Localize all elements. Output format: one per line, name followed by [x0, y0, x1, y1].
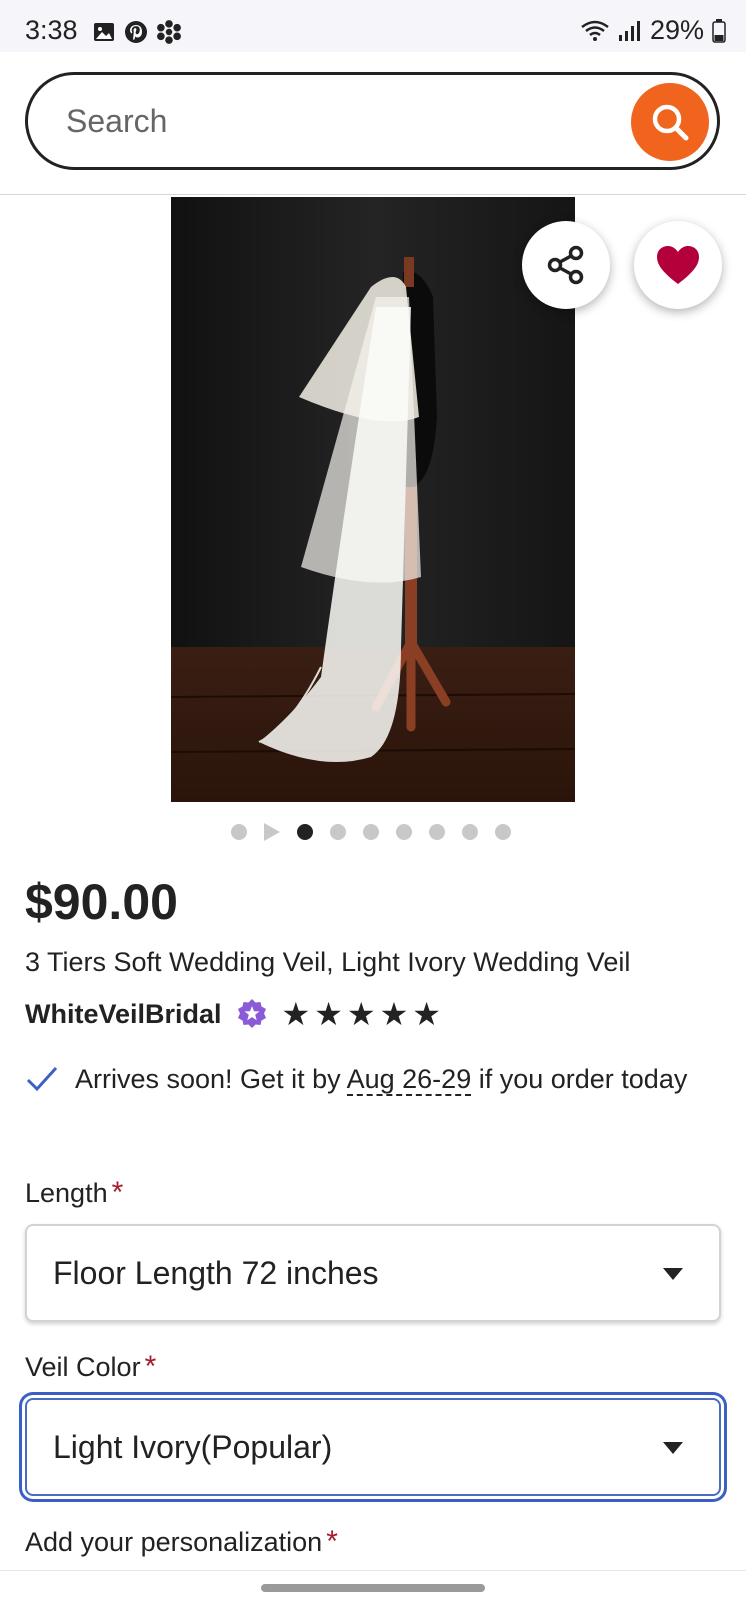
search-icon	[652, 104, 689, 141]
star-icon: ★	[379, 996, 409, 1032]
search-button[interactable]	[631, 83, 709, 161]
length-select[interactable]: Floor Length 72 inches	[25, 1224, 721, 1322]
home-gesture-handle[interactable]	[261, 1584, 485, 1592]
carousel-dot[interactable]	[462, 824, 478, 840]
search-input[interactable]	[66, 95, 586, 147]
checkmark-icon	[26, 1066, 58, 1092]
video-play-icon[interactable]	[264, 823, 280, 841]
carousel-dot[interactable]	[429, 824, 445, 840]
delivery-text-after: if you order today	[471, 1064, 688, 1094]
veil-color-label-text: Veil Color	[25, 1352, 141, 1382]
star-icon: ★	[412, 996, 441, 1032]
star-icon: ★	[314, 996, 343, 1032]
required-mark: *	[111, 1176, 124, 1209]
delivery-date[interactable]: Aug 26-29	[346, 1064, 472, 1096]
seller-name[interactable]: WhiteVeilBridal	[25, 999, 222, 1030]
heart-icon	[657, 246, 699, 284]
product-image[interactable]	[171, 197, 575, 802]
carousel-dot[interactable]	[363, 824, 379, 840]
required-mark: *	[326, 1525, 338, 1558]
share-button[interactable]	[522, 221, 610, 309]
signal-icon	[618, 20, 640, 41]
star-seller-icon	[236, 998, 268, 1030]
seller-row[interactable]: WhiteVeilBridal ★ ★ ★ ★ ★	[25, 996, 441, 1032]
star-icon: ★	[346, 996, 376, 1032]
status-time: 3:38	[25, 15, 78, 45]
app-icon	[157, 20, 181, 44]
battery-icon	[712, 18, 726, 43]
star-icon: ★	[281, 996, 311, 1032]
required-mark: *	[144, 1350, 157, 1383]
carousel-dot-active[interactable]	[297, 824, 313, 840]
favorite-button[interactable]	[634, 221, 722, 309]
length-select-value: Floor Length 72 inches	[53, 1254, 379, 1291]
length-label-text: Length	[25, 1178, 108, 1208]
share-icon	[547, 245, 584, 285]
carousel-dot[interactable]	[495, 824, 511, 840]
system-navigation-bar	[0, 1570, 746, 1600]
search-header	[0, 52, 746, 195]
dropdown-arrow-icon	[663, 1442, 683, 1454]
gallery-icon	[94, 23, 114, 41]
product-price: $90.00	[25, 874, 178, 930]
search-box[interactable]	[25, 72, 720, 170]
pinterest-icon	[125, 21, 147, 43]
battery-percent: 29%	[649, 15, 704, 45]
image-carousel-indicator[interactable]	[231, 823, 511, 841]
rating-stars[interactable]: ★ ★ ★ ★ ★	[282, 995, 441, 1033]
wifi-icon	[581, 20, 609, 41]
personalization-label: Add your personalization *	[25, 1525, 338, 1559]
delivery-estimate: Arrives soon! Get it by Aug 26-29 if you…	[25, 1060, 725, 1099]
product-title: 3 Tiers Soft Wedding Veil, Light Ivory W…	[25, 947, 631, 977]
status-bar: 3:38 29%	[0, 0, 746, 52]
delivery-text-before: Arrives soon! Get it by	[75, 1064, 347, 1094]
length-label: Length *	[25, 1176, 123, 1210]
veil-color-select[interactable]: Light Ivory(Popular)	[25, 1398, 721, 1496]
status-system-icons: 29%	[580, 15, 726, 46]
delivery-text: Arrives soon! Get it by Aug 26-29 if you…	[75, 1060, 695, 1099]
carousel-dot[interactable]	[330, 824, 346, 840]
veil-photo	[171, 197, 575, 802]
status-notification-icons	[92, 19, 182, 45]
veil-color-label: Veil Color *	[25, 1350, 156, 1384]
personalization-label-text: Add your personalization	[25, 1527, 323, 1557]
carousel-dot[interactable]	[231, 824, 247, 840]
carousel-dot[interactable]	[396, 824, 412, 840]
veil-color-select-value: Light Ivory(Popular)	[53, 1428, 333, 1465]
dropdown-arrow-icon	[663, 1268, 683, 1280]
